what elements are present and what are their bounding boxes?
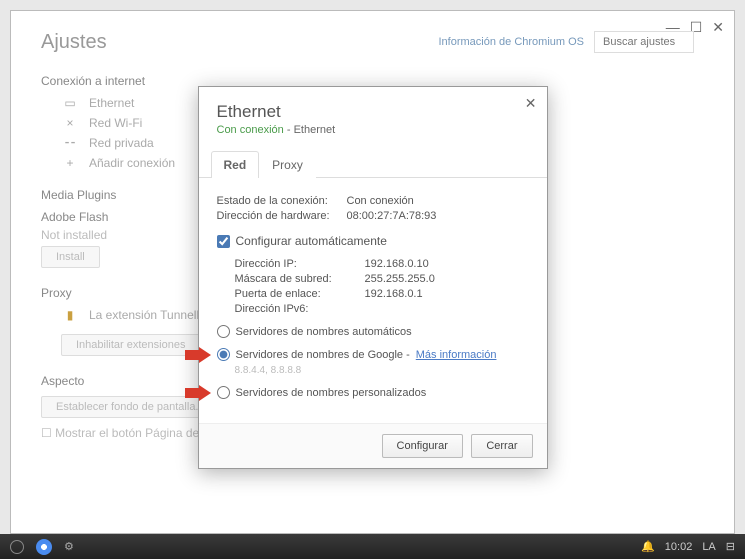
clock[interactable]: 10:02 xyxy=(665,541,693,553)
mask-value: 255.255.255.0 xyxy=(365,273,435,285)
ipv6-label: Dirección IPv6: xyxy=(235,303,365,315)
state-value: Con conexión xyxy=(347,195,414,207)
arrow-icon xyxy=(185,347,213,363)
ethernet-dialog: ✕ Ethernet Con conexión - Ethernet Red P… xyxy=(198,86,548,469)
gw-label: Puerta de enlace: xyxy=(235,288,365,300)
mac-label: Dirección de hardware: xyxy=(217,210,347,222)
dns-custom-radio[interactable]: Servidores de nombres personalizados xyxy=(217,386,529,399)
tab-red[interactable]: Red xyxy=(211,151,260,178)
ip-label: Dirección IP: xyxy=(235,258,365,270)
dialog-close-icon[interactable]: ✕ xyxy=(525,95,537,112)
dialog-title: Ethernet xyxy=(217,102,529,122)
dialog-tabs: Red Proxy xyxy=(199,150,547,178)
modal-overlay: ✕ Ethernet Con conexión - Ethernet Red P… xyxy=(11,11,734,533)
settings-gear-icon[interactable]: ⚙ xyxy=(64,540,74,553)
auto-config-check[interactable]: Configurar automáticamente xyxy=(217,234,529,248)
tab-proxy[interactable]: Proxy xyxy=(259,151,316,178)
dialog-subtitle: Con conexión - Ethernet xyxy=(217,124,529,136)
chromium-icon[interactable] xyxy=(36,539,52,555)
taskbar: ⚙ 🔔 10:02 LA ⊟ xyxy=(0,534,745,559)
language-indicator[interactable]: LA xyxy=(702,541,715,553)
dialog-footer: Configurar Cerrar xyxy=(199,423,547,468)
arrow-icon xyxy=(185,385,213,401)
dns-google-input[interactable] xyxy=(217,348,230,361)
mask-label: Máscara de subred: xyxy=(235,273,365,285)
state-label: Estado de la conexión: xyxy=(217,195,347,207)
close-button[interactable]: Cerrar xyxy=(471,434,532,458)
gw-value: 192.168.0.1 xyxy=(365,288,423,300)
ip-value: 192.168.0.10 xyxy=(365,258,429,270)
configure-button[interactable]: Configurar xyxy=(382,434,463,458)
dns-google-radio[interactable]: Servidores de nombres de Google - Más in… xyxy=(217,348,529,361)
mac-value: 08:00:27:7A:78:93 xyxy=(347,210,437,222)
dns-google-moreinfo-link[interactable]: Más información xyxy=(416,349,497,361)
dns-auto-radio[interactable]: Servidores de nombres automáticos xyxy=(217,325,529,338)
dns-google-values: 8.8.4.4, 8.8.8.8 xyxy=(235,365,529,376)
browser-window: — ☐ ✕ Ajustes Información de Chromium OS… xyxy=(10,10,735,534)
dns-auto-input[interactable] xyxy=(217,325,230,338)
network-tray-icon[interactable]: ⊟ xyxy=(726,540,735,553)
notification-icon[interactable]: 🔔 xyxy=(641,540,655,553)
auto-config-checkbox[interactable] xyxy=(217,235,230,248)
dns-custom-input[interactable] xyxy=(217,386,230,399)
launcher-icon[interactable] xyxy=(10,540,24,554)
